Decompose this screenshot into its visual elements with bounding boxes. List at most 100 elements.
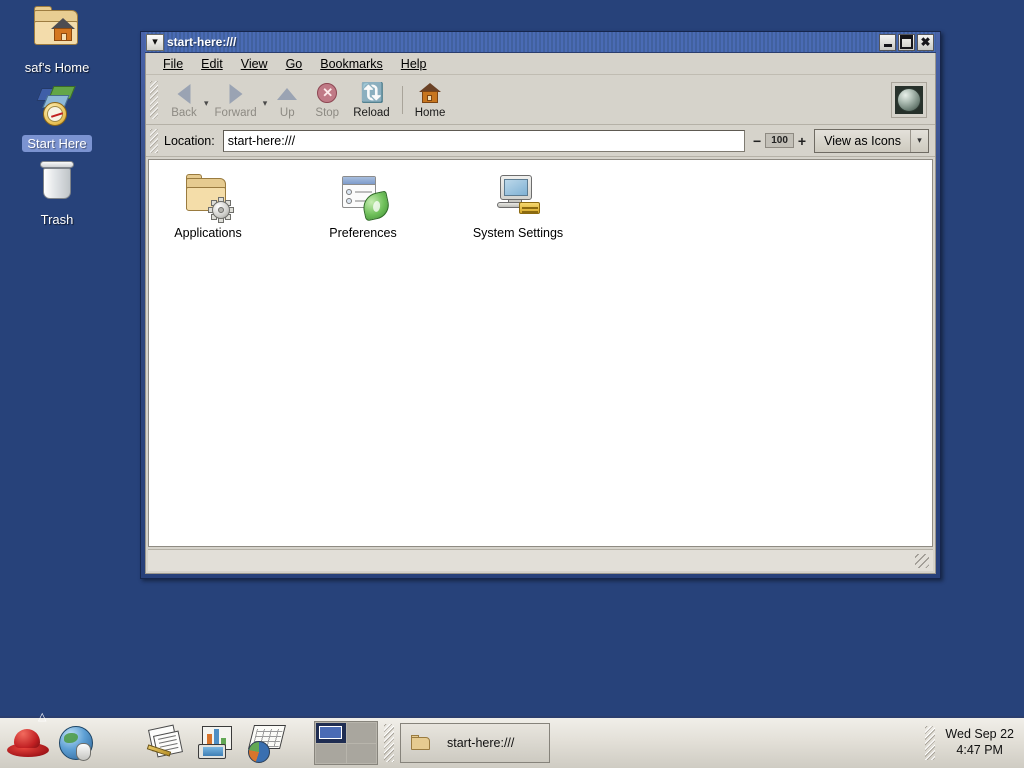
view-as-label: View as Icons <box>815 129 910 152</box>
location-bar: Location: − 100 + View as Icons ▾ <box>146 125 935 157</box>
forward-button[interactable]: Forward <box>209 80 263 120</box>
arrow-up-icon <box>274 82 300 106</box>
folder-icon <box>411 735 431 751</box>
toolbar-separator <box>401 85 403 114</box>
home-button-label: Home <box>414 106 446 119</box>
zoom-in-button[interactable]: + <box>798 134 806 148</box>
menu-go[interactable]: Go <box>277 55 312 73</box>
clock-date: Wed Sep 22 <box>945 727 1014 742</box>
stop-button[interactable]: Stop <box>307 80 347 120</box>
workspace-3[interactable] <box>316 743 346 763</box>
desktop-icon-home[interactable]: saf's Home <box>2 6 112 76</box>
menu-file-label: File <box>163 56 184 71</box>
window-list: start-here:/// <box>400 723 925 763</box>
home-folder-icon <box>31 6 83 56</box>
menu-help-label: Help <box>400 56 427 71</box>
toolbar-drag-grip[interactable] <box>150 80 158 119</box>
icon-grid: Applications Preferences System Settings <box>149 160 932 240</box>
start-here-icon <box>31 82 83 132</box>
launcher-area <box>0 710 98 765</box>
workspace-4[interactable] <box>346 743 376 763</box>
stop-icon <box>314 82 340 106</box>
folder-gear-icon <box>182 172 234 223</box>
zoom-level-value[interactable]: 100 <box>765 133 794 148</box>
location-label: Location: <box>164 133 215 148</box>
reload-icon: 🔃 <box>360 82 385 104</box>
menu-bookmarks-label: Bookmarks <box>320 56 383 71</box>
file-manager-window: ▾ start-here:/// ✖ File Edit View Go Boo… <box>140 31 941 579</box>
desktop-icon-trash[interactable]: Trash <box>2 158 112 228</box>
file-item-label: Preferences <box>329 226 397 240</box>
file-item-label: System Settings <box>472 226 564 240</box>
reload-button[interactable]: 🔃 Reload <box>347 80 395 120</box>
up-button[interactable]: Up <box>267 80 307 120</box>
file-item-label: Applications <box>174 226 242 240</box>
file-icon-view[interactable]: Applications Preferences System Settings <box>148 159 933 547</box>
menubar: File Edit View Go Bookmarks Help <box>146 53 935 75</box>
menu-go-label: Go <box>285 56 303 71</box>
menu-help[interactable]: Help <box>392 55 436 73</box>
menu-edit-label: Edit <box>201 56 223 71</box>
desktop-icon-area: saf's Home Start Here Trash <box>0 0 120 228</box>
task-button-label: start-here:/// <box>447 736 515 750</box>
stop-button-label: Stop <box>315 106 340 119</box>
zoom-control: − 100 + <box>753 133 806 148</box>
location-input[interactable] <box>222 129 746 152</box>
minimize-button[interactable] <box>879 33 896 51</box>
forward-button-label: Forward <box>214 106 257 119</box>
statusbar <box>148 549 933 571</box>
menu-view-label: View <box>240 56 268 71</box>
arrow-left-icon <box>171 82 197 106</box>
view-as-dropdown[interactable]: View as Icons ▾ <box>814 128 929 153</box>
throbber-orb-icon[interactable] <box>891 82 927 118</box>
monitor-toolbox-icon <box>492 172 544 222</box>
preferences-dialog-icon <box>337 172 392 222</box>
file-item-preferences[interactable]: Preferences <box>308 172 418 240</box>
menu-view[interactable]: View <box>232 55 277 73</box>
menu-bookmarks[interactable]: Bookmarks <box>311 55 392 73</box>
zoom-out-button[interactable]: − <box>753 134 761 148</box>
window-controls: ✖ <box>879 33 936 51</box>
menu-file[interactable]: File <box>154 55 192 73</box>
office-launcher-area <box>144 721 288 765</box>
window-body: File Edit View Go Bookmarks Help Back ▾ … <box>145 53 936 574</box>
arrow-right-icon <box>223 82 249 106</box>
writer-document-icon[interactable] <box>144 721 188 765</box>
workspace-2[interactable] <box>346 723 376 743</box>
redhat-menu-icon[interactable] <box>6 710 50 765</box>
clock-applet[interactable]: Wed Sep 22 4:47 PM <box>945 727 1014 758</box>
window-menu-button[interactable]: ▾ <box>146 33 164 51</box>
task-button-start-here[interactable]: start-here:/// <box>400 723 550 763</box>
web-browser-globe-icon[interactable] <box>54 721 98 765</box>
window-title: start-here:/// <box>167 35 237 49</box>
taskbar-panel: start-here:/// Wed Sep 22 4:47 PM <box>0 710 1024 768</box>
desktop-icon-label: Start Here <box>22 135 92 152</box>
desktop-icon-start-here[interactable]: Start Here <box>2 82 112 152</box>
spreadsheet-pie-icon[interactable] <box>244 721 288 765</box>
file-item-system-settings[interactable]: System Settings <box>463 172 573 240</box>
reload-button-label: Reload <box>353 106 390 119</box>
desktop-icon-label: saf's Home <box>24 60 90 75</box>
workspace-1[interactable] <box>316 723 346 743</box>
close-button[interactable]: ✖ <box>917 33 934 51</box>
back-button[interactable]: Back <box>164 80 204 120</box>
file-item-applications[interactable]: Applications <box>153 172 263 240</box>
back-button-label: Back <box>171 106 197 119</box>
presentation-chart-icon[interactable] <box>194 721 238 765</box>
tasklist-drag-grip[interactable] <box>384 724 394 762</box>
up-button-label: Up <box>279 106 295 119</box>
window-titlebar[interactable]: ▾ start-here:/// ✖ <box>145 32 936 53</box>
clock-drag-grip[interactable] <box>925 726 936 760</box>
locationbar-drag-grip[interactable] <box>150 128 158 153</box>
house-icon <box>417 82 443 106</box>
desktop-icon-label: Trash <box>40 212 74 227</box>
workspace-switcher[interactable] <box>314 721 378 765</box>
resize-grip[interactable] <box>915 553 929 568</box>
clock-time: 4:47 PM <box>956 743 1003 757</box>
trash-icon <box>31 158 83 208</box>
menu-edit[interactable]: Edit <box>192 55 232 73</box>
navigation-toolbar: Back ▾ Forward ▾ Up Stop 🔃 Reload <box>146 75 935 125</box>
maximize-button[interactable] <box>898 33 915 51</box>
chevron-down-icon[interactable]: ▾ <box>910 129 928 152</box>
home-button[interactable]: Home <box>409 80 452 120</box>
